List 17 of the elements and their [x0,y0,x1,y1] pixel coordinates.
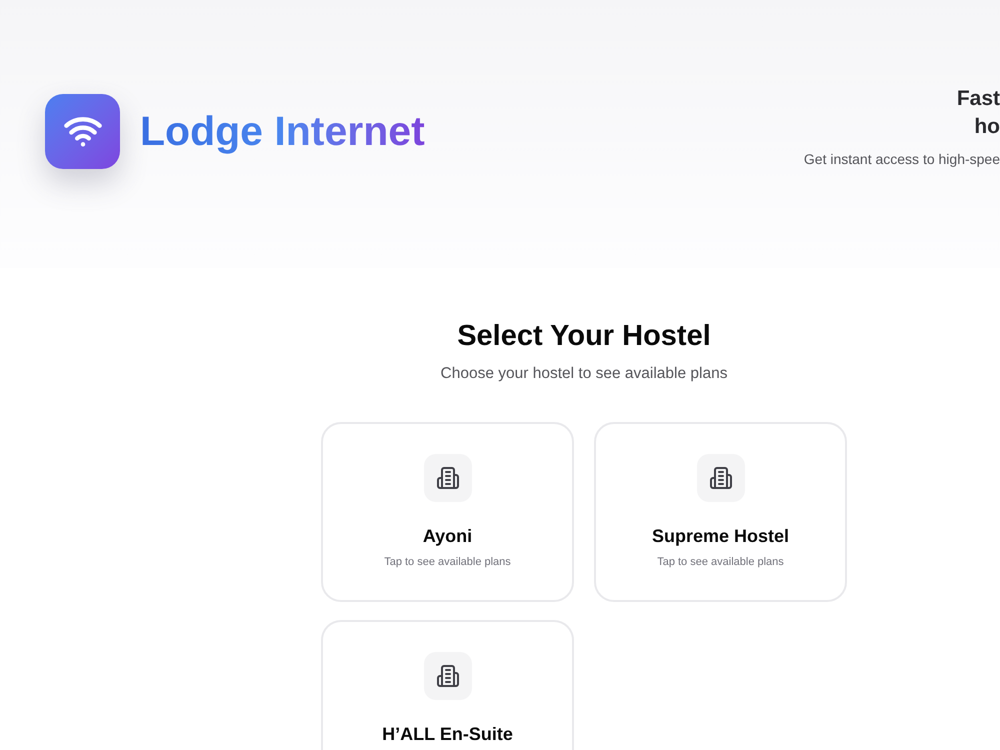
section-subtitle: Choose your hostel to see available plans [440,364,728,384]
hero-title-line: Fast [956,86,1000,112]
hostel-card[interactable]: Supreme Hostel Tap to see available plans [594,422,847,602]
building-icon [696,454,744,502]
building-icon [424,652,472,700]
hero-subtitle: Get instant access to high-spee [804,150,1000,169]
hostel-name: Ayoni [422,525,472,548]
hostel-name: Supreme Hostel [652,525,790,548]
wifi-logo-icon [45,94,120,168]
section-title: Select Your Hostel [457,319,711,354]
hostel-hint: Tap to see available plans [657,555,784,570]
hostel-hint: Tap to see available plans [384,555,511,570]
hostel-card[interactable]: H’ALL En-Suite [321,620,574,750]
hostel-card[interactable]: Ayoni Tap to see available plans [321,422,574,602]
hero-title-line: ho [974,114,1000,140]
hostel-name: H’ALL En-Suite [382,723,513,746]
building-icon [424,454,472,502]
